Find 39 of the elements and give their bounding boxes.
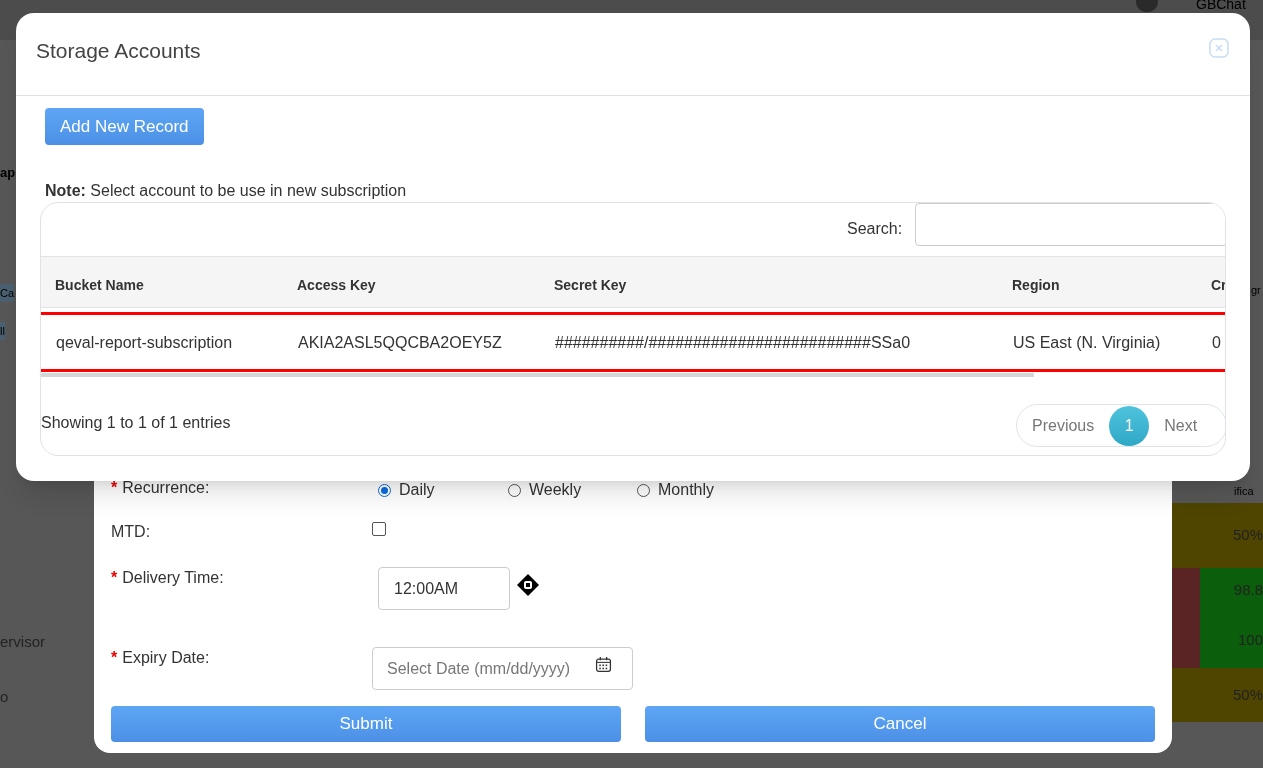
- placeholder-text: Select Date (mm/dd/yyyy): [387, 658, 571, 679]
- search-field[interactable]: [915, 203, 1225, 246]
- calendar-icon[interactable]: [595, 656, 612, 673]
- column-header[interactable]: Access Key: [297, 275, 376, 296]
- field-label: MTD:: [111, 522, 151, 542]
- table-cell-text: ##########/#########################SSa0: [555, 333, 911, 353]
- dialog-title: Storage Accounts: [36, 38, 201, 64]
- column-header[interactable]: Region: [1012, 275, 1060, 296]
- score-cell: 98.8: [1200, 568, 1263, 612]
- radio-label[interactable]: Weekly: [529, 478, 582, 502]
- table-cell-text: US East (N. Virginia): [1013, 333, 1161, 353]
- score-cell: 100: [1200, 612, 1263, 668]
- note-text: Note: Select account to be use in new subscription: [45, 181, 407, 201]
- field-label: Delivery Time:: [122, 568, 224, 588]
- field-label: Recurrence:: [122, 478, 210, 498]
- table-cell-text: qeval-report-subscription: [56, 333, 233, 353]
- required-mark: *: [111, 568, 118, 588]
- time-field[interactable]: 12:00AM: [378, 567, 510, 610]
- date-field[interactable]: Select Date (mm/dd/yyyy): [372, 647, 633, 690]
- radio-label[interactable]: Daily: [399, 478, 435, 502]
- page-heading: ap: [0, 165, 16, 181]
- previous-button[interactable]: Previous: [1017, 413, 1110, 438]
- checkbox[interactable]: [372, 522, 386, 536]
- required-mark: *: [111, 478, 118, 498]
- entries-info: Showing 1 to 1 of 1 entries: [41, 413, 231, 433]
- move-icon[interactable]: [516, 573, 540, 597]
- table-cell-text: AKIA2ASL5QQCBA2OEY5Z: [298, 333, 502, 353]
- column-header[interactable]: Bucket Name: [55, 275, 144, 296]
- table-row[interactable]: qeval-report-subscription AKIA2ASL5QQCBA2OEY5Z ##########/#########################SSa0 US East (N. Virginia) 0: [41, 312, 1225, 372]
- column-header[interactable]: Secret Key: [554, 275, 627, 296]
- column-header: gr: [1251, 284, 1261, 297]
- column-header: ifica: [1234, 485, 1254, 498]
- required-mark: *: [111, 648, 118, 668]
- radio-label[interactable]: Monthly: [658, 478, 715, 502]
- field-label: Expiry Date:: [122, 648, 210, 668]
- next-button[interactable]: Next: [1149, 413, 1213, 438]
- table-cell-text: 0: [1212, 333, 1221, 353]
- search-label: Search:: [847, 219, 903, 239]
- scrollbar[interactable]: [41, 373, 1034, 377]
